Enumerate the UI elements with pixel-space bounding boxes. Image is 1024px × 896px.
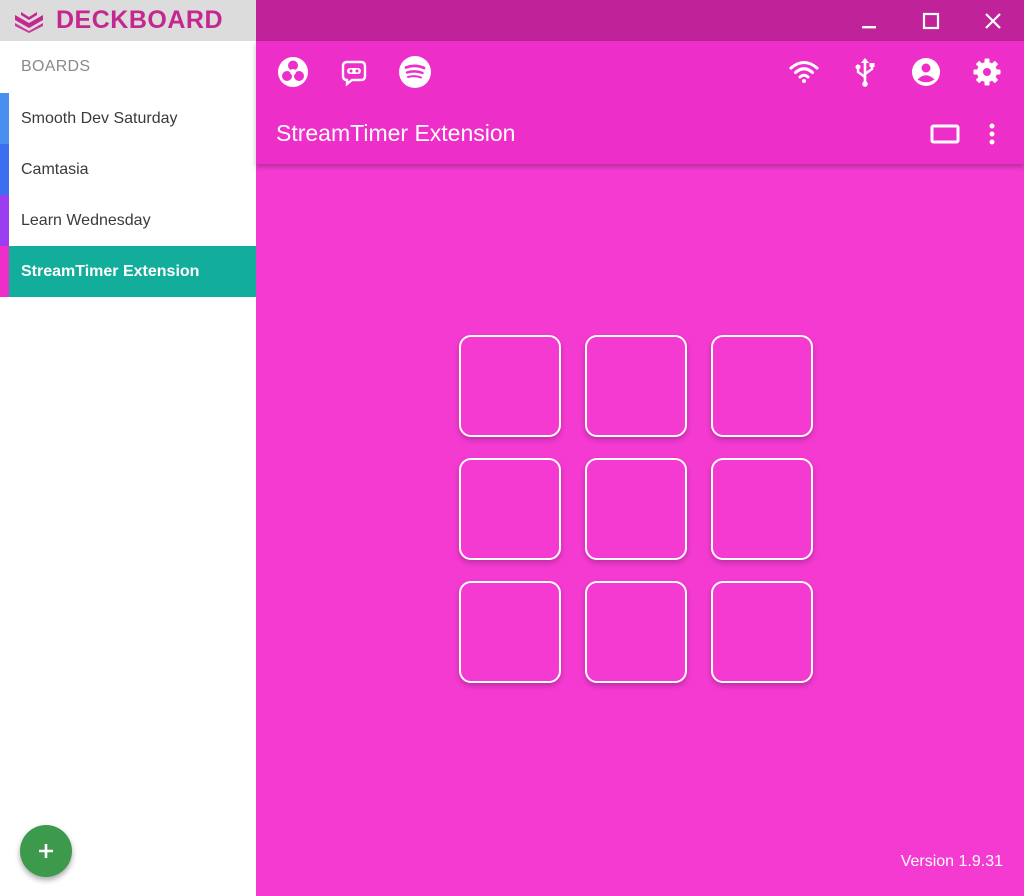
settings-button[interactable] — [970, 55, 1004, 89]
main-area: StreamTimer Extension Version 1.9.31 — [256, 41, 1024, 896]
sidebar-item-learn-wednesday[interactable]: Learn Wednesday — [0, 195, 256, 246]
title-bar: DECKBOARD — [0, 0, 1024, 41]
usb-button[interactable] — [848, 55, 882, 89]
toolbar: StreamTimer Extension — [256, 41, 1024, 164]
deck-button[interactable] — [711, 458, 813, 560]
usb-icon — [855, 58, 875, 87]
deck-button[interactable] — [459, 581, 561, 683]
version-label: Version 1.9.31 — [900, 853, 1003, 870]
obs-button[interactable] — [276, 55, 310, 89]
minimize-button[interactable] — [838, 0, 900, 41]
more-vert-icon — [989, 123, 995, 144]
window-controls — [256, 0, 1024, 41]
spotify-icon — [399, 56, 431, 88]
streamlabs-icon — [341, 60, 367, 87]
board-color-stripe — [0, 144, 9, 195]
board-title-row: StreamTimer Extension — [256, 103, 1024, 164]
close-icon — [985, 12, 1001, 29]
sidebar-item-label: Smooth Dev Saturday — [21, 109, 178, 127]
board-color-stripe — [0, 195, 9, 246]
account-icon — [912, 58, 940, 86]
deck-button[interactable] — [585, 581, 687, 683]
deck-button[interactable] — [585, 458, 687, 560]
deck-button[interactable] — [585, 335, 687, 437]
sidebar-item-camtasia[interactable]: Camtasia — [0, 144, 256, 195]
sidebar-item-smooth-dev-saturday[interactable]: Smooth Dev Saturday — [0, 93, 256, 144]
button-grid — [459, 335, 813, 683]
sidebar-item-label: Camtasia — [21, 160, 89, 178]
board-title: StreamTimer Extension — [276, 120, 516, 146]
maximize-icon — [922, 12, 940, 29]
plus-icon — [39, 844, 53, 858]
board-color-stripe — [0, 246, 9, 297]
deck-button[interactable] — [711, 581, 813, 683]
app-title: DECKBOARD — [56, 6, 223, 34]
streamlabs-button[interactable] — [337, 55, 371, 89]
wifi-icon — [789, 61, 819, 83]
wifi-button[interactable] — [787, 55, 821, 89]
deck-button[interactable] — [711, 335, 813, 437]
close-button[interactable] — [962, 0, 1024, 41]
tablet-icon — [930, 124, 960, 143]
add-board-button[interactable] — [20, 825, 72, 877]
settings-icon — [973, 58, 1001, 86]
sidebar-item-label: Learn Wednesday — [21, 211, 151, 229]
sidebar-item-streamtimer-extension[interactable]: StreamTimer Extension — [0, 246, 256, 297]
boards-header: BOARDS — [21, 58, 91, 75]
spotify-button[interactable] — [398, 55, 432, 89]
app-branding: DECKBOARD — [0, 0, 256, 41]
sidebar-item-label: StreamTimer Extension — [21, 262, 200, 280]
obs-icon — [278, 57, 308, 87]
toolbar-icons-row — [256, 41, 1024, 103]
sidebar: BOARDS Smooth Dev Saturday Camtasia Lear… — [0, 41, 256, 896]
minimize-icon — [862, 25, 876, 28]
board-color-stripe — [0, 93, 9, 144]
account-button[interactable] — [909, 55, 943, 89]
deck-button[interactable] — [459, 335, 561, 437]
deckboard-logo-icon — [12, 7, 50, 35]
more-options-button[interactable] — [980, 117, 1004, 151]
maximize-button[interactable] — [900, 0, 962, 41]
deck-button[interactable] — [459, 458, 561, 560]
tablet-view-button[interactable] — [928, 117, 962, 151]
